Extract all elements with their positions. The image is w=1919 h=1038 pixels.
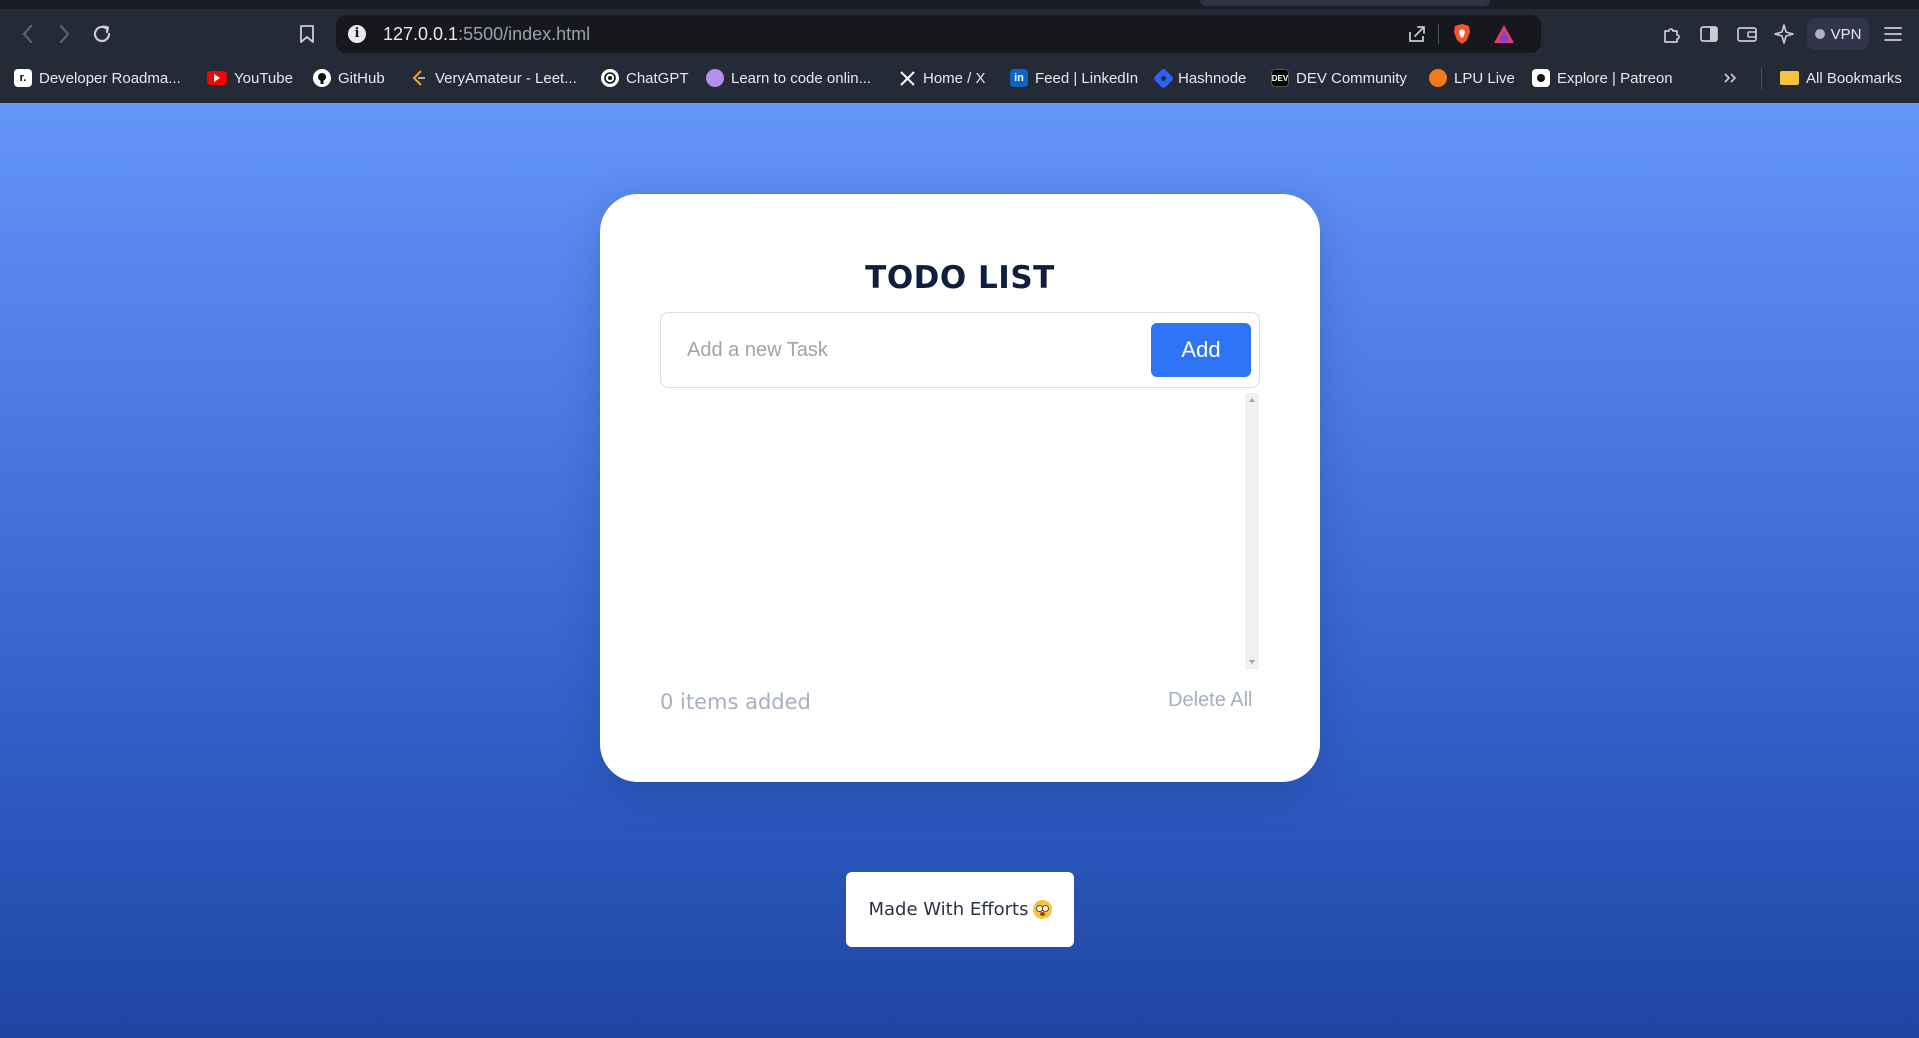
url-text[interactable]: 127.0.0.1:5500/index.html (383, 24, 590, 45)
linkedin-icon: in (1010, 69, 1028, 87)
forward-icon[interactable] (50, 20, 78, 48)
youtube-icon (207, 71, 227, 85)
page-background: TODO LIST Add 0 items added Delete All M… (0, 103, 1919, 1038)
task-list-scrollbar[interactable] (1245, 393, 1259, 669)
leetcode-icon (410, 69, 428, 87)
wallet-icon[interactable] (1735, 22, 1759, 46)
patreon-icon (1532, 69, 1550, 87)
scroll-down-icon[interactable] (1249, 660, 1255, 664)
lpu-icon (1429, 69, 1447, 87)
bookmark-item[interactable]: LPU Live (1429, 66, 1515, 90)
vpn-label: VPN (1830, 25, 1862, 43)
sidebar-icon[interactable] (1697, 22, 1721, 46)
browser-toolbar: i 127.0.0.1:5500/index.html VPN (0, 12, 1919, 56)
hashnode-icon (1152, 67, 1175, 89)
bookmark-item[interactable]: in Feed | LinkedIn (1010, 66, 1138, 90)
items-count: 0 items added (660, 690, 811, 714)
github-icon (313, 69, 331, 87)
folder-icon (1780, 71, 1799, 85)
tab-strip (0, 0, 1919, 9)
bookmarks-bar: r. Developer Roadma... YouTube GitHub Ve… (0, 62, 1919, 94)
dev-icon: DEV (1271, 69, 1289, 87)
menu-icon[interactable] (1881, 22, 1905, 46)
task-list (660, 392, 1260, 668)
bookmark-page-icon[interactable] (293, 20, 321, 48)
bookmark-item[interactable]: Explore | Patreon (1532, 66, 1673, 90)
bookmark-item[interactable]: YouTube (207, 66, 293, 90)
bookmark-item[interactable]: Learn to code onlin... (706, 66, 871, 90)
site-info-icon[interactable]: i (348, 25, 366, 43)
footer-text: Made With Efforts (868, 899, 1029, 920)
flushed-face-icon (1032, 900, 1052, 919)
bookmark-item[interactable]: Home / X (898, 66, 986, 90)
browser-chrome: i 127.0.0.1:5500/index.html VPN r. Devel… (0, 0, 1919, 103)
footer-badge: Made With Efforts (846, 872, 1074, 947)
urlbar-divider (1438, 24, 1439, 44)
leo-ai-icon[interactable] (1772, 22, 1796, 46)
brave-rewards-icon[interactable] (1493, 23, 1515, 45)
page-title: TODO LIST (865, 260, 1055, 296)
brave-shields-icon[interactable] (1451, 23, 1473, 45)
delete-all-button[interactable]: Delete All (1168, 689, 1253, 712)
extensions-icon[interactable] (1660, 22, 1684, 46)
reload-icon[interactable] (88, 20, 116, 48)
roadmap-icon: r. (14, 69, 32, 87)
freecodecamp-icon (706, 69, 724, 87)
task-input[interactable] (663, 315, 1143, 385)
bookmarks-overflow-icon[interactable] (1722, 66, 1738, 90)
address-bar[interactable]: i 127.0.0.1:5500/index.html (336, 15, 1541, 53)
bookmark-item[interactable]: DEV DEV Community (1271, 66, 1407, 90)
bookmark-item[interactable]: GitHub (313, 66, 385, 90)
task-input-row: Add (660, 312, 1260, 388)
chatgpt-icon (601, 69, 619, 87)
back-icon[interactable] (14, 20, 42, 48)
x-icon (898, 69, 916, 87)
bookmark-item[interactable]: Hashnode (1152, 66, 1246, 90)
bookmark-item[interactable]: ChatGPT (601, 66, 689, 90)
bookmarks-divider (1761, 68, 1762, 90)
share-icon[interactable] (1406, 23, 1428, 45)
scroll-up-icon[interactable] (1249, 398, 1255, 402)
add-button[interactable]: Add (1151, 323, 1251, 377)
todo-card: TODO LIST Add 0 items added Delete All (600, 194, 1320, 782)
bookmark-item[interactable]: VeryAmateur - Leet... (410, 66, 577, 90)
bookmark-item[interactable]: r. Developer Roadma... (14, 66, 181, 90)
all-bookmarks-folder[interactable]: All Bookmarks (1780, 66, 1902, 90)
vpn-button[interactable]: VPN (1807, 18, 1869, 50)
vpn-status-icon (1814, 29, 1825, 39)
